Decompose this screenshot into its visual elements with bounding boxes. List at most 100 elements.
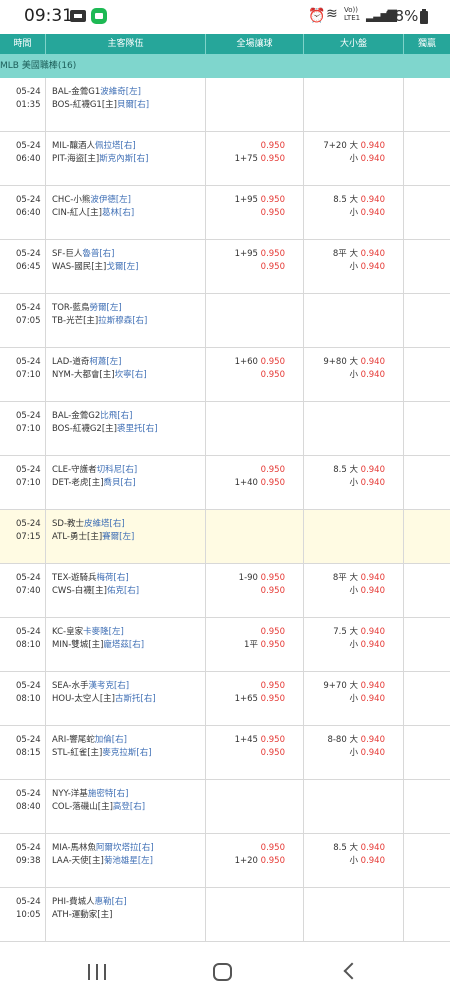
table-row[interactable]: 05-24 09:38 MIA-馬林魚阿爾坎塔拉[右] LAA-天使[主]菊池雄星[左… xyxy=(0,834,450,888)
over-under-cell[interactable] xyxy=(304,294,404,348)
under-odds[interactable]: 0.940 xyxy=(361,640,385,650)
under-line[interactable]: 小 0.940 xyxy=(349,693,385,705)
over-under-cell[interactable] xyxy=(304,78,404,132)
handicap-odds[interactable]: 0.950 xyxy=(261,249,285,259)
handicap-home[interactable]: 0.950 xyxy=(261,585,285,597)
handicap-odds[interactable]: 0.950 xyxy=(261,735,285,745)
over-odds[interactable]: 0.940 xyxy=(361,141,385,151)
over-odds[interactable]: 0.940 xyxy=(361,357,385,367)
handicap-away[interactable]: 0.950 xyxy=(261,626,285,638)
over-under-cell[interactable]: 9+80 大 0.940 小 0.940 xyxy=(304,348,404,402)
handicap-away[interactable]: 1+95 0.950 xyxy=(235,248,285,260)
under-line[interactable]: 小 0.940 xyxy=(349,747,385,759)
under-line[interactable]: 小 0.940 xyxy=(349,207,385,219)
handicap-cell[interactable]: 1+95 0.950 0.950 xyxy=(206,186,304,240)
over-under-cell[interactable] xyxy=(304,888,404,942)
handicap-cell[interactable] xyxy=(206,888,304,942)
under-line[interactable]: 小 0.940 xyxy=(349,261,385,273)
under-odds[interactable]: 0.940 xyxy=(361,154,385,164)
handicap-odds[interactable]: 0.950 xyxy=(261,856,285,866)
handicap-away[interactable]: 0.950 xyxy=(261,842,285,854)
table-row[interactable]: 05-24 06:40 CHC-小熊波伊德[左] CIN-紅人[主]葛林[右] 1+95… xyxy=(0,186,450,240)
win-cell[interactable] xyxy=(404,618,450,672)
win-cell[interactable] xyxy=(404,888,450,942)
over-under-cell[interactable] xyxy=(304,780,404,834)
back-icon[interactable] xyxy=(343,962,355,982)
under-line[interactable]: 小 0.940 xyxy=(349,369,385,381)
over-line[interactable]: 8平 大 0.940 xyxy=(333,572,385,584)
over-under-cell[interactable]: 8.5 大 0.940 小 0.940 xyxy=(304,456,404,510)
handicap-odds[interactable]: 0.950 xyxy=(261,748,285,758)
table-row[interactable]: 05-24 06:40 MIL-釀酒人佩拉塔[右] PIT-海盜[主]斯克內斯[右] … xyxy=(0,132,450,186)
over-odds[interactable]: 0.940 xyxy=(361,195,385,205)
under-odds[interactable]: 0.940 xyxy=(361,208,385,218)
under-odds[interactable]: 0.940 xyxy=(361,748,385,758)
handicap-cell[interactable]: 1+45 0.950 0.950 xyxy=(206,726,304,780)
table-row[interactable]: 05-24 07:10 LAD-道奇柯蕭[左] NYM-大都會[主]坎寧[右] 1+60… xyxy=(0,348,450,402)
over-under-cell[interactable]: 7.5 大 0.940 小 0.940 xyxy=(304,618,404,672)
handicap-cell[interactable] xyxy=(206,510,304,564)
home-icon[interactable] xyxy=(213,963,232,981)
over-line[interactable]: 8.5 大 0.940 xyxy=(333,464,385,476)
over-under-cell[interactable]: 8平 大 0.940 小 0.940 xyxy=(304,564,404,618)
handicap-cell[interactable]: 1+60 0.950 0.950 xyxy=(206,348,304,402)
handicap-odds[interactable]: 0.950 xyxy=(261,694,285,704)
over-line[interactable]: 8.5 大 0.940 xyxy=(333,194,385,206)
handicap-away[interactable]: 1-90 0.950 xyxy=(239,572,285,584)
table-row[interactable]: 05-24 08:40 NYY-洋基施密特[右] COL-落磯山[主]高登[右] xyxy=(0,780,450,834)
table-row[interactable]: 05-24 08:10 SEA-水手漢考克[右] HOU-太空人[主]古斯托[右] 0… xyxy=(0,672,450,726)
recent-apps-icon[interactable] xyxy=(88,964,106,980)
handicap-cell[interactable] xyxy=(206,78,304,132)
under-line[interactable]: 小 0.940 xyxy=(349,639,385,651)
handicap-cell[interactable]: 0.950 1+40 0.950 xyxy=(206,456,304,510)
under-odds[interactable]: 0.940 xyxy=(361,856,385,866)
handicap-odds[interactable]: 0.950 xyxy=(261,262,285,272)
handicap-cell[interactable] xyxy=(206,402,304,456)
over-under-cell[interactable]: 8-80 大 0.940 小 0.940 xyxy=(304,726,404,780)
handicap-away[interactable]: 1+95 0.950 xyxy=(235,194,285,206)
over-line[interactable]: 8-80 大 0.940 xyxy=(327,734,385,746)
table-row[interactable]: 05-24 08:10 KC-皇家卡麥隆[左] MIN-雙城[主]龐塔茲[右] 0.9… xyxy=(0,618,450,672)
handicap-home[interactable]: 0.950 xyxy=(261,747,285,759)
handicap-odds[interactable]: 0.950 xyxy=(261,640,285,650)
win-cell[interactable] xyxy=(404,726,450,780)
handicap-cell[interactable]: 0.950 1+65 0.950 xyxy=(206,672,304,726)
table-row[interactable]: 05-24 07:10 CLE-守護者切科尼[右] DET-老虎[主]喬貝[右] 0.… xyxy=(0,456,450,510)
under-line[interactable]: 小 0.940 xyxy=(349,855,385,867)
under-line[interactable]: 小 0.940 xyxy=(349,477,385,489)
over-odds[interactable]: 0.940 xyxy=(361,249,385,259)
under-odds[interactable]: 0.940 xyxy=(361,586,385,596)
handicap-away[interactable]: 1+45 0.950 xyxy=(235,734,285,746)
win-cell[interactable] xyxy=(404,780,450,834)
handicap-home[interactable]: 0.950 xyxy=(261,261,285,273)
under-odds[interactable]: 0.940 xyxy=(361,262,385,272)
handicap-cell[interactable]: 0.950 1+20 0.950 xyxy=(206,834,304,888)
table-row[interactable]: 05-24 08:15 ARI-響尾蛇加倫[右] STL-紅雀[主]麥克拉斯[右] 1+… xyxy=(0,726,450,780)
handicap-odds[interactable]: 0.950 xyxy=(261,195,285,205)
handicap-odds[interactable]: 0.950 xyxy=(261,154,285,164)
handicap-cell[interactable]: 1-90 0.950 0.950 xyxy=(206,564,304,618)
win-cell[interactable] xyxy=(404,186,450,240)
over-line[interactable]: 8平 大 0.940 xyxy=(333,248,385,260)
handicap-home[interactable]: 1+75 0.950 xyxy=(235,153,285,165)
table-row[interactable]: 05-24 07:10 BAL-金鶯G2比飛[右] BOS-紅襪G2[主]裘里托[右] xyxy=(0,402,450,456)
over-odds[interactable]: 0.940 xyxy=(361,735,385,745)
handicap-away[interactable]: 0.950 xyxy=(261,140,285,152)
win-cell[interactable] xyxy=(404,294,450,348)
handicap-odds[interactable]: 0.950 xyxy=(261,478,285,488)
handicap-cell[interactable]: 1+95 0.950 0.950 xyxy=(206,240,304,294)
win-cell[interactable] xyxy=(404,240,450,294)
over-odds[interactable]: 0.940 xyxy=(361,843,385,853)
match-list[interactable]: 05-24 01:35 BAL-金鶯G1波維奇[左] BOS-紅襪G1[主]貝爾[右]… xyxy=(0,78,450,944)
table-row[interactable]: 05-24 07:05 TOR-藍鳥勞爾[左] TB-光芒[主]拉斯穆森[右] xyxy=(0,294,450,348)
over-line[interactable]: 7.5 大 0.940 xyxy=(333,626,385,638)
over-odds[interactable]: 0.940 xyxy=(361,465,385,475)
handicap-home[interactable]: 0.950 xyxy=(261,207,285,219)
handicap-odds[interactable]: 0.950 xyxy=(261,465,285,475)
over-under-cell[interactable] xyxy=(304,402,404,456)
win-cell[interactable] xyxy=(404,456,450,510)
table-row[interactable]: 05-24 07:15 SD-教士皮維塔[右] ATL-勇士[主]賽爾[左] xyxy=(0,510,450,564)
table-row[interactable]: 05-24 06:45 SF-巨人魯普[右] WAS-國民[主]戈爾[左] 1+95 0… xyxy=(0,240,450,294)
handicap-odds[interactable]: 0.950 xyxy=(261,681,285,691)
over-under-cell[interactable]: 7+20 大 0.940 小 0.940 xyxy=(304,132,404,186)
